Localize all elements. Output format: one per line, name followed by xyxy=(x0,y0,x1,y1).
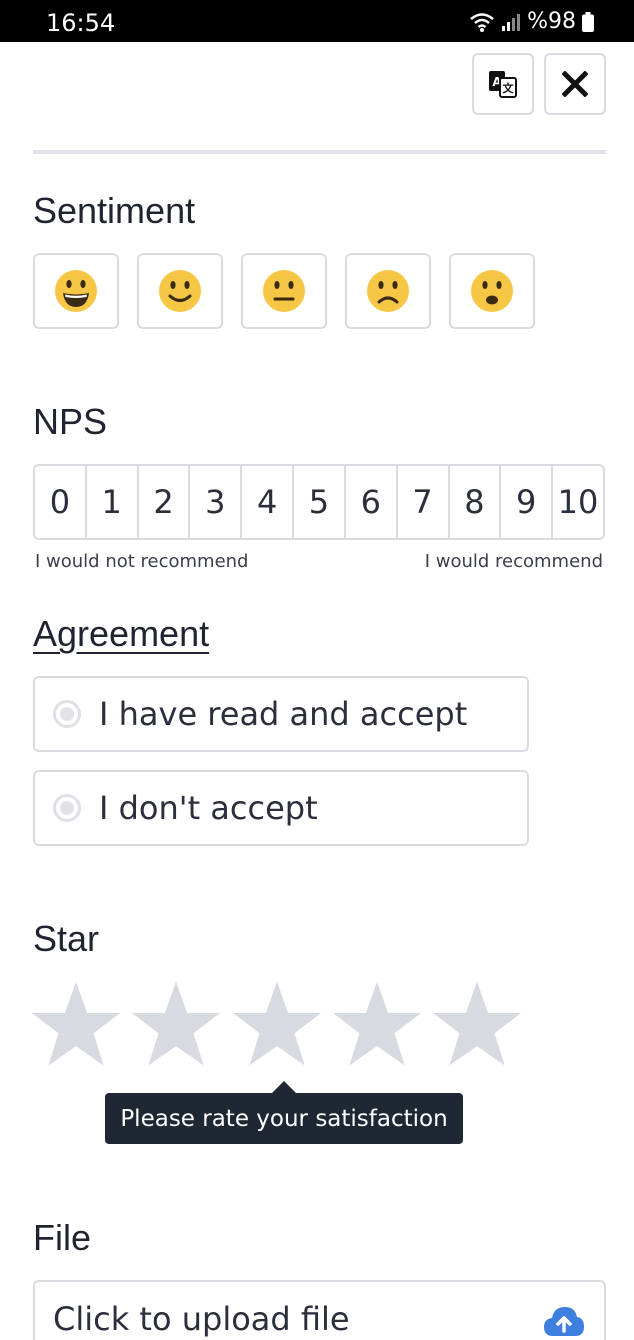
agreement-option-accept[interactable]: I have read and accept xyxy=(33,676,529,752)
radio-button[interactable] xyxy=(53,700,81,728)
close-icon xyxy=(562,71,588,97)
nps-title: NPS xyxy=(33,401,108,442)
star-icon-2[interactable] xyxy=(130,978,222,1070)
nps-low-label: I would not recommend xyxy=(35,551,249,572)
nps-option-4[interactable]: 4 xyxy=(242,466,295,538)
agreement-title: Agreement xyxy=(33,613,210,654)
nps-option-0[interactable]: 0 xyxy=(35,466,87,538)
rating-tooltip: Please rate your satisfaction xyxy=(105,1093,463,1144)
frowning-face-icon xyxy=(367,270,409,312)
sentiment-option-very-happy[interactable] xyxy=(33,253,119,329)
battery-icon xyxy=(582,11,594,32)
nps-option-10[interactable]: 10 xyxy=(553,466,603,538)
status-time: 16:54 xyxy=(46,9,116,37)
battery-percent: %98 xyxy=(527,9,576,34)
nps-option-7[interactable]: 7 xyxy=(398,466,450,538)
status-icons: %98 xyxy=(469,9,594,34)
radio-button[interactable] xyxy=(53,794,81,822)
grinning-face-icon xyxy=(55,270,97,312)
worried-face-icon xyxy=(471,270,513,312)
nps-scale: 0 1 2 3 4 5 6 7 8 9 10 xyxy=(33,464,605,540)
wifi-icon xyxy=(470,12,494,32)
upload-label: Click to upload file xyxy=(53,1300,350,1338)
nps-option-6[interactable]: 6 xyxy=(346,466,398,538)
svg-text:文: 文 xyxy=(503,81,515,95)
nps-option-1[interactable]: 1 xyxy=(87,466,139,538)
nps-option-5[interactable]: 5 xyxy=(294,466,346,538)
translate-button[interactable]: A 文 xyxy=(472,53,534,115)
nps-option-9[interactable]: 9 xyxy=(501,466,554,538)
sentiment-option-sad[interactable] xyxy=(345,253,431,329)
file-upload-field[interactable]: Click to upload file xyxy=(33,1280,606,1340)
neutral-face-icon xyxy=(263,270,305,312)
signal-icon xyxy=(502,13,521,31)
radio-label: I don't accept xyxy=(99,789,318,827)
star-icon-3[interactable] xyxy=(231,978,323,1070)
nps-option-8[interactable]: 8 xyxy=(450,466,502,538)
header-divider xyxy=(33,150,606,154)
agreement-option-decline[interactable]: I don't accept xyxy=(33,770,529,846)
nps-option-2[interactable]: 2 xyxy=(139,466,191,538)
cloud-upload-icon xyxy=(544,1307,584,1336)
smiling-face-icon xyxy=(159,270,201,312)
file-title: File xyxy=(33,1217,92,1258)
status-bar: 16:54 %98 xyxy=(0,0,634,42)
sentiment-option-neutral[interactable] xyxy=(241,253,327,329)
sentiment-title: Sentiment xyxy=(33,190,196,231)
nps-high-label: I would recommend xyxy=(424,551,603,572)
nps-option-3[interactable]: 3 xyxy=(190,466,243,538)
star-icon-5[interactable] xyxy=(431,978,523,1070)
sentiment-option-very-sad[interactable] xyxy=(449,253,535,329)
star-icon-4[interactable] xyxy=(331,978,423,1070)
star-title: Star xyxy=(33,918,100,959)
translate-icon: A 文 xyxy=(489,71,517,98)
star-icon-1[interactable] xyxy=(30,978,122,1070)
radio-label: I have read and accept xyxy=(99,695,468,733)
sentiment-option-happy[interactable] xyxy=(137,253,223,329)
close-button[interactable] xyxy=(544,53,606,115)
